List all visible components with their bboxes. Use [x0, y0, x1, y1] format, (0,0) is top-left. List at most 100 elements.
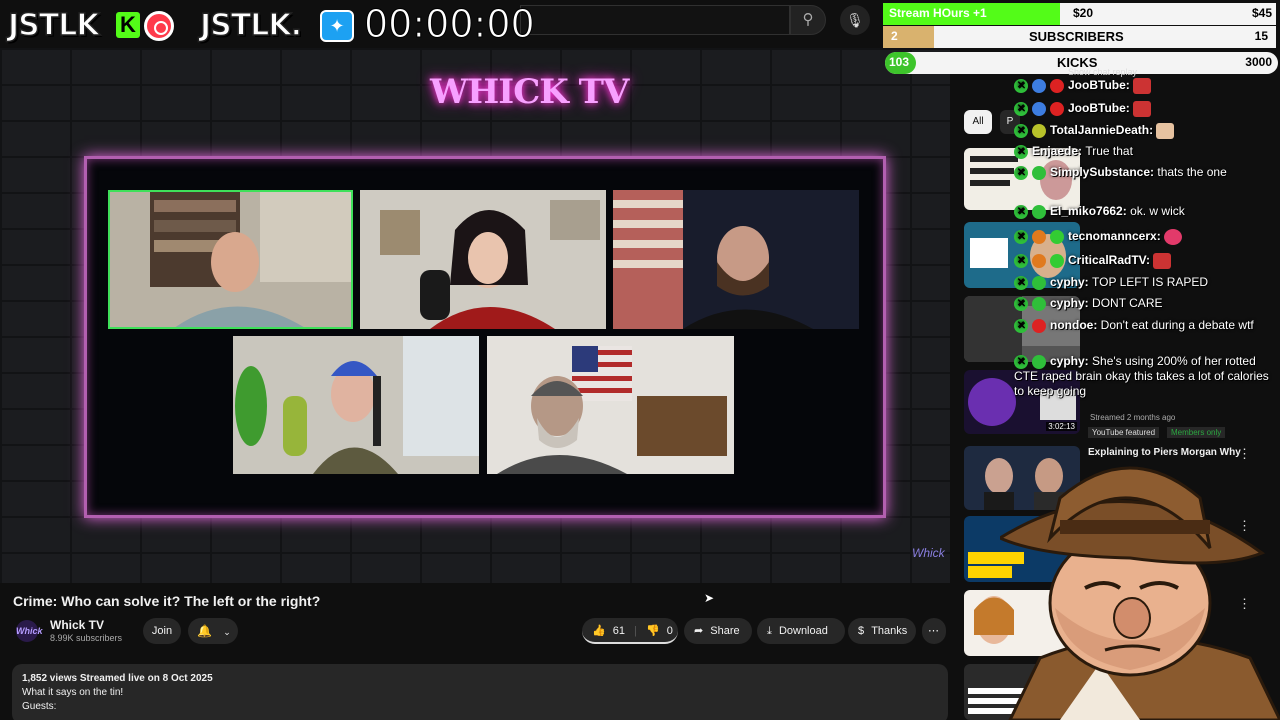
kick-icon: ✕: [1014, 204, 1028, 219]
chat-message: ✕ El_miko7662: ok. w wick: [1014, 204, 1280, 219]
chat-message: ✕ TotalJannieDeath:: [1014, 123, 1280, 139]
mouse-cursor: ➤: [704, 591, 715, 605]
chat-user: Enjaede:: [1032, 144, 1083, 158]
download-icon: ⤓: [767, 625, 772, 637]
mic-icon[interactable]: 🎙: [840, 5, 870, 35]
chat-user: JooBTube:: [1068, 78, 1130, 93]
participant-tile-3: [613, 190, 859, 329]
description-cut: Guests:: [22, 701, 57, 712]
rec-meta: Streamed 2 months ago: [1090, 413, 1176, 422]
share-label: Share: [710, 625, 740, 637]
bell-icon: 🔔: [197, 624, 212, 638]
kick-icon: ✕: [1014, 354, 1028, 369]
badge-icon: [1032, 230, 1046, 244]
chat-user: TotalJannieDeath:: [1050, 123, 1154, 138]
emote-icon: [1156, 123, 1175, 139]
kick-icon: ✕: [1014, 318, 1028, 333]
video-player[interactable]: WHICK TV Whick: [0, 48, 950, 583]
thumbs-up-icon[interactable]: 👍: [592, 625, 606, 637]
kick-icon: ✕: [1014, 144, 1028, 159]
kicks-left: 103: [889, 55, 910, 69]
badge-icon: [1032, 354, 1046, 369]
chat-text: ok. w wick: [1130, 204, 1185, 218]
like-count[interactable]: 61: [613, 625, 625, 637]
chip-all[interactable]: All: [964, 110, 992, 134]
stream-hours-right: $45: [1251, 6, 1272, 20]
like-divider: |: [634, 625, 637, 637]
participant-tile-4: [233, 336, 479, 474]
notification-bell-button[interactable]: 🔔 ⌄: [188, 618, 238, 644]
description-box[interactable]: 1,852 views Streamed live on 8 Oct 2025 …: [12, 664, 948, 720]
description-text: What it says on the tin!: [22, 687, 124, 698]
search-input[interactable]: [520, 5, 790, 35]
badge-icon: [1032, 275, 1046, 290]
chat-message: ✕ cyphy: DONT CARE: [1014, 296, 1280, 311]
chat-user: CriticalRadTV:: [1068, 253, 1151, 268]
more-actions-button[interactable]: ⋯: [922, 618, 946, 644]
chat-text: TOP LEFT IS RAPED: [1092, 275, 1209, 289]
join-button[interactable]: Join: [143, 618, 181, 644]
subscribers-bar: 2 SUBSCRIBERS 15: [883, 26, 1276, 48]
kick-icon: ✕: [1014, 296, 1028, 311]
rec-title-piers[interactable]: Explaining to Piers Morgan Why: [1088, 447, 1241, 458]
badge-icon: [1050, 254, 1064, 268]
kick-icon: ✕: [1014, 275, 1028, 290]
participant-tile-5: [487, 336, 734, 474]
dislike-count[interactable]: 0: [667, 625, 673, 637]
show-chat-replay[interactable]: Show chat replay: [1068, 67, 1137, 77]
search-icon[interactable]: ⚲: [790, 5, 826, 35]
stream-timer: 00:00:00: [364, 2, 536, 47]
emote-icon: [1163, 229, 1182, 245]
thanks-icon: $: [858, 625, 865, 637]
participant-tile-1: [108, 190, 353, 329]
jstlk-logo-left: JSTLK: [7, 7, 100, 44]
chat-user: El_miko7662:: [1050, 204, 1127, 218]
screen: JSTLK K JSTLK. ✦ 00:00:00 ⚲ 🎙 WHICK TV W…: [0, 0, 1280, 720]
video-title: Crime: Who can solve it? The left or the…: [13, 593, 321, 609]
kick-icon: ✕: [1014, 230, 1028, 244]
channel-avatar[interactable]: Whick: [16, 620, 43, 642]
subscriber-count: 8.99K subscribers: [50, 633, 123, 643]
emote-icon: [1153, 253, 1172, 269]
kick-icon: ✕: [1014, 165, 1028, 180]
subscribers-right: 15: [1254, 29, 1268, 43]
chat-message: ✕ Enjaede: True that: [1014, 144, 1280, 159]
chat-user: cyphy:: [1050, 275, 1089, 289]
emote-icon: [1132, 101, 1151, 117]
chat-text: True that: [1085, 144, 1133, 158]
badge-icon: [1050, 230, 1064, 244]
badge-icon: [1032, 165, 1046, 180]
channel-name[interactable]: Whick TV: [50, 618, 104, 632]
chat-user: SimplySubstance:: [1050, 165, 1155, 179]
corner-watermark: Whick: [912, 546, 945, 560]
thumbs-down-icon[interactable]: 👎: [646, 625, 660, 637]
badge-icon: [1032, 254, 1046, 268]
kicks-right: 3000: [1245, 55, 1272, 69]
chat-user: nondoe:: [1050, 318, 1098, 332]
participant-tile-2: [360, 190, 606, 329]
chat-message: ✕ tecnomanncerx:: [1014, 229, 1280, 245]
emote-icon: [1132, 78, 1151, 94]
stream-hours-label: Stream HOurs +1: [889, 6, 987, 20]
share-button[interactable]: ➦ Share: [684, 618, 752, 644]
subscribers-left: 2: [891, 29, 898, 43]
rumble-icon: [144, 11, 174, 41]
download-button[interactable]: ⤓ Download: [757, 618, 845, 644]
badge-icon: [1032, 318, 1046, 333]
thanks-label: Thanks: [871, 625, 908, 637]
chat-message: ✕ nondoe: Don't eat during a debate wtf: [1014, 318, 1280, 333]
download-label: Download: [778, 625, 828, 637]
stream-hours-mid: $20: [1073, 6, 1094, 20]
chat-text: thats the one: [1157, 165, 1227, 179]
chat-message: ✕ cyphy: She's using 200% of her rotted C…: [1014, 354, 1280, 399]
chat-message: ✕ SimplySubstance: thats the one: [1014, 165, 1280, 180]
views-date: 1,852 views Streamed live on 8 Oct 2025: [22, 673, 213, 684]
badge-icon: [1032, 102, 1046, 116]
thanks-button[interactable]: $ Thanks: [848, 618, 916, 644]
badge-icon: [1032, 204, 1046, 219]
chat-text: DONT CARE: [1092, 296, 1163, 310]
chat-text: Don't eat during a debate wtf: [1100, 318, 1254, 332]
like-dislike-group: 👍 61 | 👎 0: [582, 618, 678, 644]
jstlk-logo-right: JSTLK.: [199, 7, 303, 44]
badge-icon: [1032, 79, 1046, 93]
